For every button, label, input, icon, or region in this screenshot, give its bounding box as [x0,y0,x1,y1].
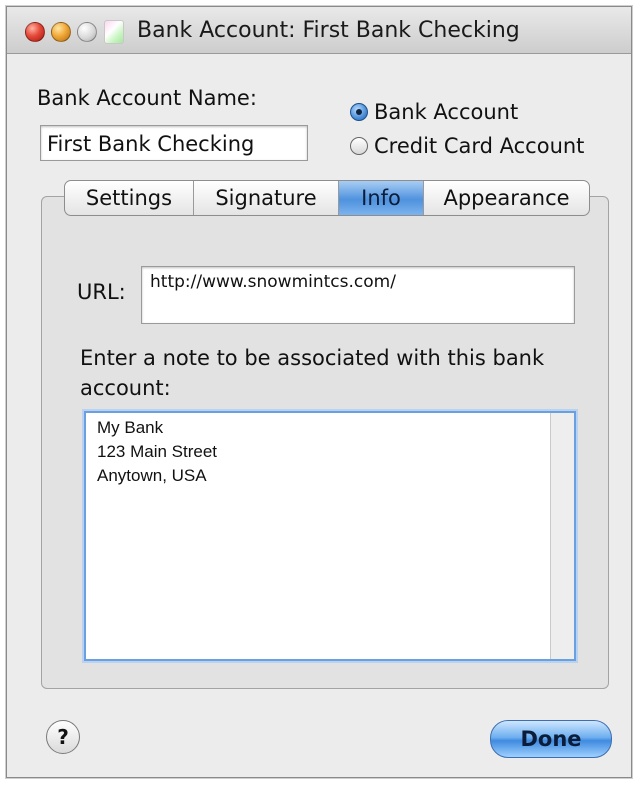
done-button[interactable]: Done [490,720,612,758]
account-name-label: Bank Account Name: [37,86,257,110]
help-button[interactable]: ? [46,720,80,754]
document-icon [104,20,124,44]
url-field[interactable]: http://www.snowmintcs.com/ [141,266,575,324]
bank-account-radio[interactable]: Bank Account [350,100,518,124]
account-name-field[interactable]: First Bank Checking [40,125,308,161]
close-window-button[interactable] [25,22,45,42]
radio-unselected-icon [350,137,368,155]
note-textarea[interactable]: My Bank 123 Main Street Anytown, USA [84,411,576,661]
note-label: Enter a note to be associated with this … [80,346,545,400]
tab-settings[interactable]: Settings [65,181,194,215]
tab-bar: Settings Signature Info Appearance [64,180,590,216]
bank-account-radio-label: Bank Account [374,100,519,124]
tab-appearance[interactable]: Appearance [424,181,589,215]
tab-signature[interactable]: Signature [194,181,339,215]
url-label: URL: [77,280,126,304]
credit-card-account-radio-label: Credit Card Account [374,134,585,158]
minimize-window-button[interactable] [51,22,71,42]
radio-selected-icon [350,103,368,121]
note-scrollbar[interactable] [550,413,574,659]
credit-card-account-radio[interactable]: Credit Card Account [350,134,584,158]
window-title: Bank Account: First Bank Checking [137,18,520,43]
zoom-window-button[interactable] [77,22,97,42]
note-text: My Bank 123 Main Street Anytown, USA [97,418,218,485]
question-mark-icon: ? [57,725,69,749]
title-bar[interactable]: Bank Account: First Bank Checking [7,7,631,54]
tab-info[interactable]: Info [339,181,424,215]
